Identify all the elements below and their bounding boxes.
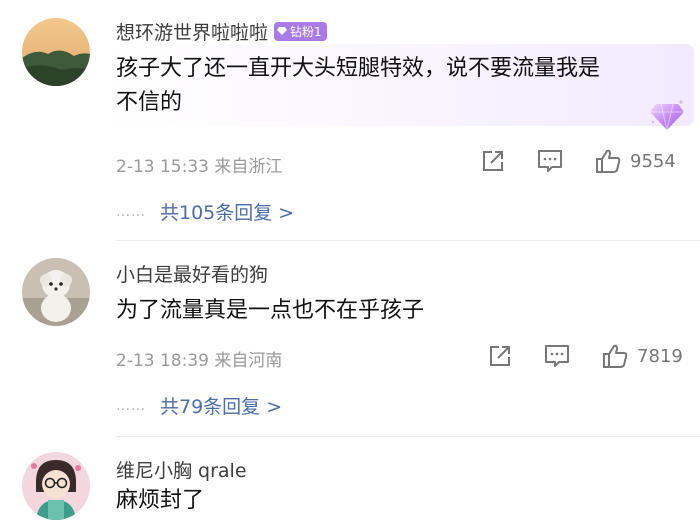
comment-actions: 9554	[480, 148, 676, 174]
replies-dots: ……	[116, 203, 146, 220]
view-replies-link[interactable]: …… 共105条回复 >	[116, 198, 294, 225]
fan-badge-label: 钻粉1	[290, 24, 322, 39]
username[interactable]: 小白是最好看的狗	[116, 260, 268, 287]
replies-dots: ……	[116, 397, 146, 414]
comment-text: 麻烦封了	[116, 484, 204, 518]
like-count: 7819	[637, 345, 683, 367]
avatar[interactable]	[22, 258, 90, 326]
share-icon[interactable]	[480, 148, 506, 174]
comment-text-line: 为了流量真是一点也不在乎孩子	[116, 298, 425, 323]
username-text[interactable]: 想环游世界啦啦啦	[116, 22, 268, 44]
like-button[interactable]: 9554	[594, 148, 676, 174]
share-icon[interactable]	[487, 343, 513, 369]
divider	[116, 240, 700, 241]
comment-text: 孩子大了还一直开大头短腿特效，说不要流量我是 不信的	[116, 52, 600, 120]
username[interactable]: 维尼小胸 qrale	[116, 456, 247, 483]
like-count: 9554	[630, 150, 676, 172]
divider	[116, 436, 700, 437]
view-replies-link[interactable]: …… 共79条回复 >	[116, 392, 282, 419]
comment-icon[interactable]	[543, 343, 571, 369]
diamond-icon	[650, 100, 684, 131]
like-icon[interactable]	[601, 343, 629, 369]
comment-text-line: 孩子大了还一直开大头短腿特效，说不要流量我是	[116, 56, 601, 81]
comment-icon[interactable]	[536, 148, 564, 174]
replies-label[interactable]: 共79条回复 >	[160, 392, 282, 419]
replies-label[interactable]: 共105条回复 >	[160, 198, 294, 225]
username[interactable]: 想环游世界啦啦啦 钻粉1	[116, 18, 327, 45]
comment-text: 为了流量真是一点也不在乎孩子	[116, 294, 424, 328]
comment-text-line: 麻烦封了	[116, 488, 205, 513]
comment-meta: 2-13 15:33 来自浙江	[116, 157, 283, 177]
like-button[interactable]: 7819	[601, 343, 683, 369]
gem-icon	[277, 27, 288, 35]
comment-actions: 7819	[487, 343, 683, 369]
comment-text-line: 不信的	[116, 90, 183, 115]
fan-badge: 钻粉1	[274, 21, 327, 41]
avatar[interactable]	[22, 452, 90, 520]
comment-meta: 2-13 18:39 来自河南	[116, 351, 283, 371]
like-icon[interactable]	[594, 148, 622, 174]
avatar[interactable]	[22, 18, 90, 86]
